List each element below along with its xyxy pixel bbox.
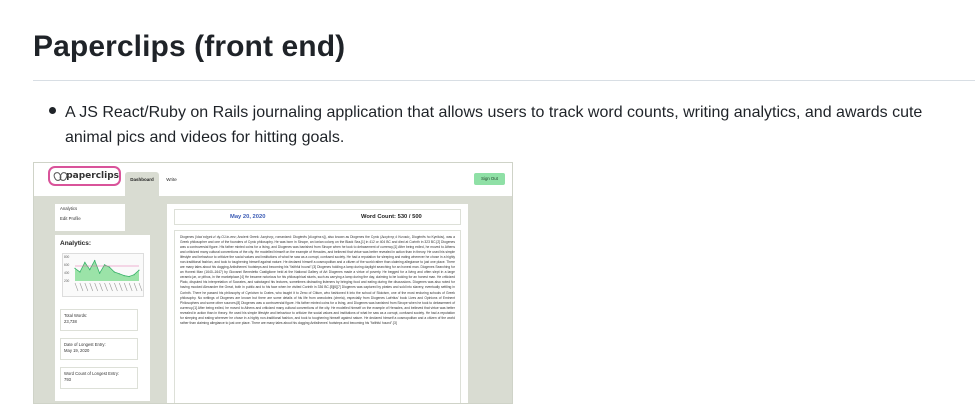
app-navbar: paperclips Dashboard Write Sign Out [34,163,512,196]
chart-point [123,275,125,277]
chart-point [113,271,115,273]
chart-y-tick: 200 [64,279,70,283]
chart-point [89,269,91,271]
stat-value: 793 [64,377,71,382]
chart-x-tick [109,282,113,292]
chart-point [118,273,120,275]
chart-x-tick [94,282,98,292]
stat-value: May 19, 2020 [64,348,90,353]
chart-x-tick [79,282,84,292]
chart-x-tick [119,282,123,292]
word-count-chart: 800 600 400 200 [62,253,144,297]
chart-point [94,260,96,262]
chart-point [74,267,76,269]
chart-x-tick [138,282,143,292]
stat-total-words: Total Words: 23,738 [60,309,138,331]
app-screenshot: paperclips Dashboard Write Sign Out Anal… [33,162,513,404]
chart-point [79,271,81,273]
chart-x-tick [89,282,94,292]
entry-panel: May 20, 2020 Word Count: 530 / 500 Dioge… [167,204,468,403]
chart-x-tick [123,282,128,292]
side-menu: Analytics Edit Profile [55,204,125,231]
paperclip-icon [52,170,69,183]
logo-text: paperclips [66,171,119,181]
entry-header: May 20, 2020 Word Count: 530 / 500 [174,209,461,225]
app-logo: paperclips [48,166,121,186]
chart-point [99,272,101,274]
chart-point [84,261,86,263]
readme-title: Paperclips (front end) [33,30,346,63]
entry-word-count: Word Count: 530 / 500 [361,214,422,220]
chart-y-tick: 800 [64,255,70,259]
stat-longest-entry-date: Date of Longest Entry: May 19, 2020 [60,338,138,360]
chart-x-tick [128,282,133,292]
tab-dashboard: Dashboard [125,172,159,196]
chart-y-tick: 600 [64,263,70,267]
analytics-heading: Analytics: [60,240,92,247]
chart-x-tick [74,282,79,292]
side-menu-analytics: Analytics [60,206,78,211]
chart-x-tick [133,282,138,292]
word-count-chart-svg: 800 600 400 200 [64,255,143,292]
analytics-panel: Analytics: 800 600 400 200 Total Words: 23,… [55,235,150,401]
chart-point [138,269,140,271]
readme-description: A JS React/Ruby on Rails journaling appl… [65,104,923,146]
chart-point [128,275,130,278]
chart-point [133,274,135,276]
title-divider [33,80,975,81]
entry-text: Diogenes (/daɪˈɒdʒɪniːz/ dy-OJ-in-eez; A… [174,230,461,403]
chart-point [103,264,106,266]
chart-x-tick [99,282,103,292]
stat-longest-entry-count: Word Count of Longest Entry: 793 [60,367,138,389]
bullet-dot [49,107,56,114]
chart-y-tick: 400 [64,271,70,275]
sign-out-button: Sign Out [474,173,505,185]
chart-point [108,266,111,268]
chart-x-tick [84,282,89,292]
entry-date: May 20, 2020 [230,214,266,220]
stat-value: 23,738 [64,319,77,324]
side-menu-edit-profile: Edit Profile [60,216,81,221]
chart-x-tick [114,282,118,292]
tab-write: Write [166,177,177,182]
chart-x-tick [104,282,108,292]
